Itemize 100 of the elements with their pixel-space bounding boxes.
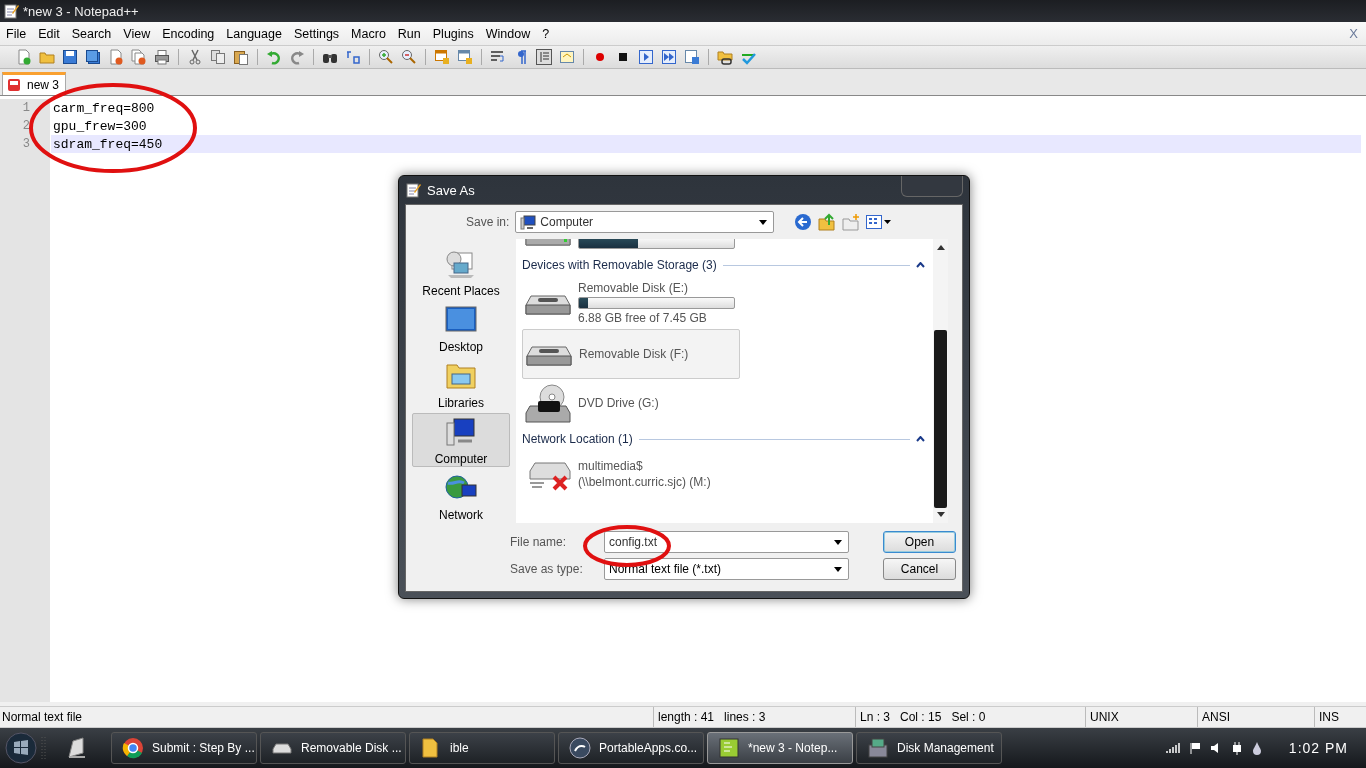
- menu-item[interactable]: Search: [65, 26, 118, 41]
- places-bar-item[interactable]: Libraries: [412, 357, 510, 411]
- replace-icon[interactable]: [345, 49, 361, 65]
- zoom-out-icon[interactable]: [401, 49, 417, 65]
- clock[interactable]: 1:02 PM: [1288, 740, 1348, 756]
- line-number: 2: [21, 118, 30, 135]
- paste-icon[interactable]: [233, 49, 249, 65]
- redo-icon[interactable]: [289, 49, 305, 65]
- folder-link-icon[interactable]: [717, 49, 733, 65]
- back-icon[interactable]: [794, 213, 813, 231]
- save-all-icon[interactable]: [85, 49, 101, 65]
- line-number: 1: [21, 100, 30, 117]
- dialog-title: Save As: [427, 182, 475, 198]
- close-button[interactable]: [901, 175, 963, 197]
- close-button[interactable]: X: [1341, 26, 1366, 41]
- browser-icon: [122, 737, 144, 759]
- document-map-icon[interactable]: [559, 49, 575, 65]
- new-file-icon[interactable]: [16, 49, 32, 65]
- flag-icon[interactable]: [1188, 742, 1201, 754]
- drive-name: Removable Disk (F:): [579, 347, 689, 361]
- drive-detail: 6.88 GB free of 7.45 GB: [578, 311, 708, 325]
- menu-item[interactable]: View: [117, 26, 157, 41]
- file-name-label: File name:: [510, 535, 568, 549]
- window-lock-icon[interactable]: [457, 49, 473, 65]
- save-as-type-dropdown[interactable]: Normal text file (*.txt): [604, 558, 849, 580]
- start-orb-icon[interactable]: [4, 731, 38, 765]
- status-text: lines : 3: [724, 710, 766, 724]
- taskbar-button[interactable]: Removable Disk ...: [260, 732, 406, 764]
- places-bar-item[interactable]: Network: [412, 469, 510, 523]
- notepad-icon: [3, 3, 19, 19]
- menu-item[interactable]: Window: [479, 26, 537, 41]
- word-wrap-icon[interactable]: [490, 49, 506, 65]
- menu-item[interactable]: Language: [220, 26, 288, 41]
- taskbar-button[interactable]: *new 3 - Notep...: [707, 732, 853, 764]
- menu-item[interactable]: ?: [536, 26, 556, 41]
- drive-detail: (\\belmont.curric.sjc) (M:): [578, 475, 711, 489]
- plug-icon[interactable]: [1230, 741, 1243, 755]
- places-bar-item[interactable]: Desktop: [412, 301, 510, 355]
- code-line: carm_freq=800: [53, 101, 155, 116]
- taskbar-button[interactable]: ible: [409, 732, 555, 764]
- scroll-thumb[interactable]: [934, 330, 947, 508]
- droplet-icon[interactable]: [1251, 741, 1262, 755]
- cancel-button[interactable]: Cancel: [883, 558, 956, 580]
- indent-guide-icon[interactable]: [536, 49, 552, 65]
- drive-item[interactable]: multimedia$ (\\belmont.curric.sjc) (M:): [522, 451, 933, 497]
- notepad-icon: [718, 737, 740, 759]
- drive-item[interactable]: Removable Disk (F:): [522, 329, 740, 379]
- menu-item[interactable]: Edit: [32, 26, 66, 41]
- save-macro-icon[interactable]: [684, 49, 700, 65]
- menu-item[interactable]: Settings: [287, 26, 346, 41]
- menu-item[interactable]: Plugins: [426, 26, 480, 41]
- save-in-label: Save in:: [466, 215, 510, 229]
- play-icon[interactable]: [638, 49, 654, 65]
- file-tab[interactable]: new 3: [2, 72, 67, 95]
- collapse-chevron-icon[interactable]: [916, 436, 925, 442]
- status-text: Col : 15: [900, 710, 942, 724]
- status-text: UNIX: [1090, 710, 1119, 724]
- print-icon[interactable]: [154, 49, 170, 65]
- drive-name: multimedia$: [578, 459, 644, 473]
- open-button[interactable]: Open: [883, 531, 956, 553]
- places-bar-item[interactable]: Recent Places: [412, 245, 510, 299]
- view-menu-icon[interactable]: [866, 214, 893, 230]
- disc-icon: [569, 737, 591, 759]
- up-folder-icon[interactable]: [818, 213, 837, 231]
- cut-icon[interactable]: [187, 49, 203, 65]
- file-name-field[interactable]: config.txt: [604, 531, 849, 553]
- status-text: INS: [1319, 710, 1339, 724]
- taskbar-button[interactable]: PortableApps.co...: [558, 732, 704, 764]
- dropdown-arrow-icon: [834, 539, 842, 545]
- notepad-icon: [405, 182, 421, 198]
- taskbar-button[interactable]: Submit : Step By ...: [111, 732, 257, 764]
- toolbox-icon: [867, 737, 889, 759]
- drive-item[interactable]: DVD Drive (G:): [522, 379, 933, 427]
- copy-icon[interactable]: [210, 49, 226, 65]
- scrollbar[interactable]: [933, 239, 948, 523]
- menu-item[interactable]: Macro: [345, 26, 392, 41]
- window-title: *new 3 - Notepad++: [23, 3, 139, 19]
- save-icon[interactable]: [62, 49, 78, 65]
- menu-item[interactable]: File: [0, 26, 33, 41]
- fast-forward-icon[interactable]: [661, 49, 677, 65]
- close-all-icon[interactable]: [131, 49, 147, 65]
- status-text: Ln : 3: [860, 710, 891, 724]
- scroll-down-icon[interactable]: [936, 512, 945, 517]
- menu-item[interactable]: Run: [391, 26, 427, 41]
- collapse-chevron-icon[interactable]: [916, 262, 925, 268]
- dropdown-arrow-icon: [759, 219, 768, 225]
- zoom-in-icon[interactable]: [378, 49, 394, 65]
- places-bar-item[interactable]: Computer: [412, 413, 510, 467]
- undo-icon[interactable]: [266, 49, 282, 65]
- signal-icon: [1165, 742, 1180, 754]
- window-lock-icon[interactable]: [434, 49, 450, 65]
- taskbar-button[interactable]: Disk Management: [856, 732, 1002, 764]
- drive-item[interactable]: Removable Disk (E:) 6.88 GB free of 7.45 GB: [522, 277, 933, 329]
- scroll-up-icon[interactable]: [936, 245, 945, 250]
- close-file-icon[interactable]: [108, 49, 124, 65]
- drive-name: DVD Drive (G:): [578, 396, 659, 410]
- menu-item[interactable]: Encoding: [156, 26, 221, 41]
- code-line: gpu_frew=300: [53, 119, 147, 134]
- status-text: ANSI: [1202, 710, 1230, 724]
- save-in-dropdown[interactable]: Computer: [515, 211, 775, 233]
